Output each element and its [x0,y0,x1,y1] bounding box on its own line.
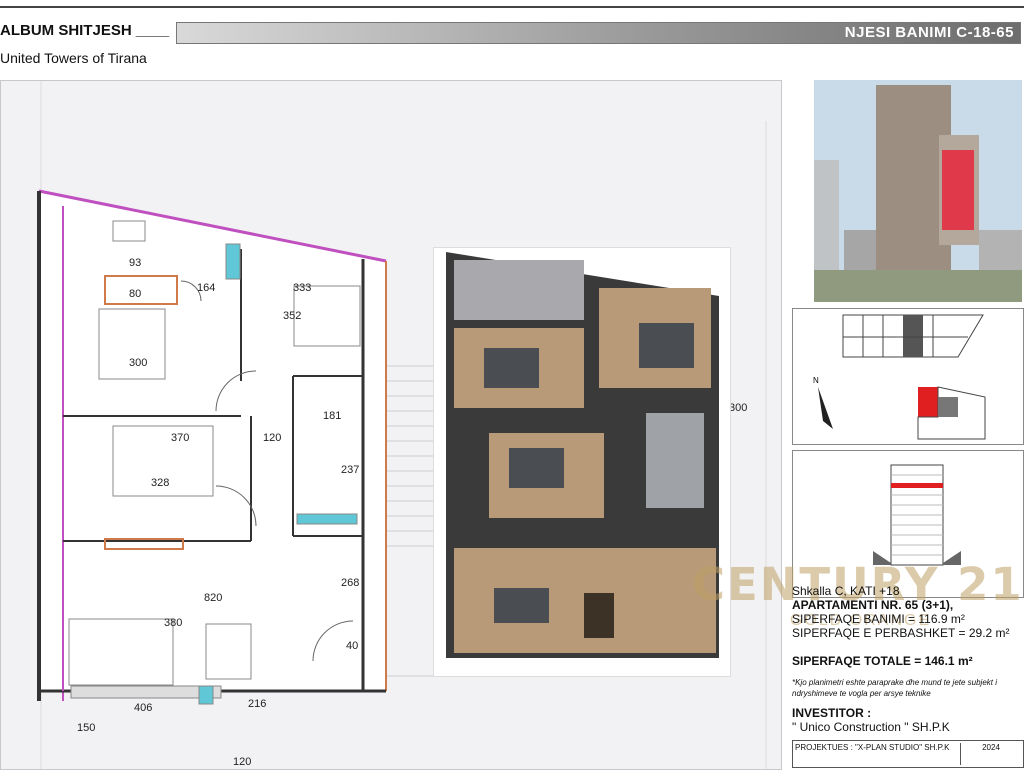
project-name: United Towers of Tirana [0,50,147,66]
dim-label: 120 [263,432,281,444]
dim-label: 268 [341,577,359,589]
dim-label: 406 [134,702,152,714]
disclaimer-note: *Kjo planimetri eshte paraprake dhe mund… [792,678,998,698]
apartment-walls [37,189,387,705]
apartment-3d-render [433,247,731,677]
dim-label: 333 [293,282,311,294]
info-floor: Shkalla C, KATI +18 [792,584,900,598]
dim-label: 380 [164,617,182,629]
dim-label: 93 [129,257,141,269]
info-living-area: SIPERFAQE BANIMI = 116.9 m² [792,612,965,626]
dim-label: 352 [283,310,301,322]
unit-code: NJESI BANIMI C-18-65 [844,24,1014,41]
info-common-area: SIPERFAQE E PERBASHKET = 29.2 m² [792,626,1010,640]
dim-label: 120 [233,756,251,768]
info-total-area: SIPERFAQE TOTALE = 146.1 m² [792,654,973,668]
investor-label: INVESTITOR : [792,706,872,720]
album-title: ALBUM SHITJESH ____ [0,22,170,39]
dim-label: 164 [197,282,215,294]
dim-label: 80 [129,288,141,300]
dim-label: 820 [204,592,222,604]
unit-code-bar: NJESI BANIMI C-18-65 [176,22,1021,44]
dim-label: 370 [171,432,189,444]
dim-label: 300 [129,357,147,369]
investor-name: " Unico Construction " SH.P.K [792,720,950,734]
dim-label: 216 [248,698,266,710]
dim-label: 237 [341,464,359,476]
svg-text:N: N [813,376,819,385]
dim-label: 181 [323,410,341,422]
floor-key-plan: N [792,308,1024,445]
info-apartment: APARTAMENTI NR. 65 (3+1), [792,598,954,612]
north-arrow-icon [818,387,833,429]
dim-label: 328 [151,477,169,489]
title-block: PROJEKTUES : "X-PLAN STUDIO" SH.P.K 2024 [792,740,1024,768]
dim-label: 150 [77,722,95,734]
tower-photo [814,80,1022,302]
designer-label: PROJEKTUES : "X-PLAN STUDIO" SH.P.K [795,743,950,752]
stair-outline [385,365,435,677]
render-drawing [446,252,719,658]
year-label: 2024 [960,743,1021,765]
dim-label: 300 [729,402,747,414]
top-rule [0,6,1024,8]
dim-label: 40 [346,640,358,652]
